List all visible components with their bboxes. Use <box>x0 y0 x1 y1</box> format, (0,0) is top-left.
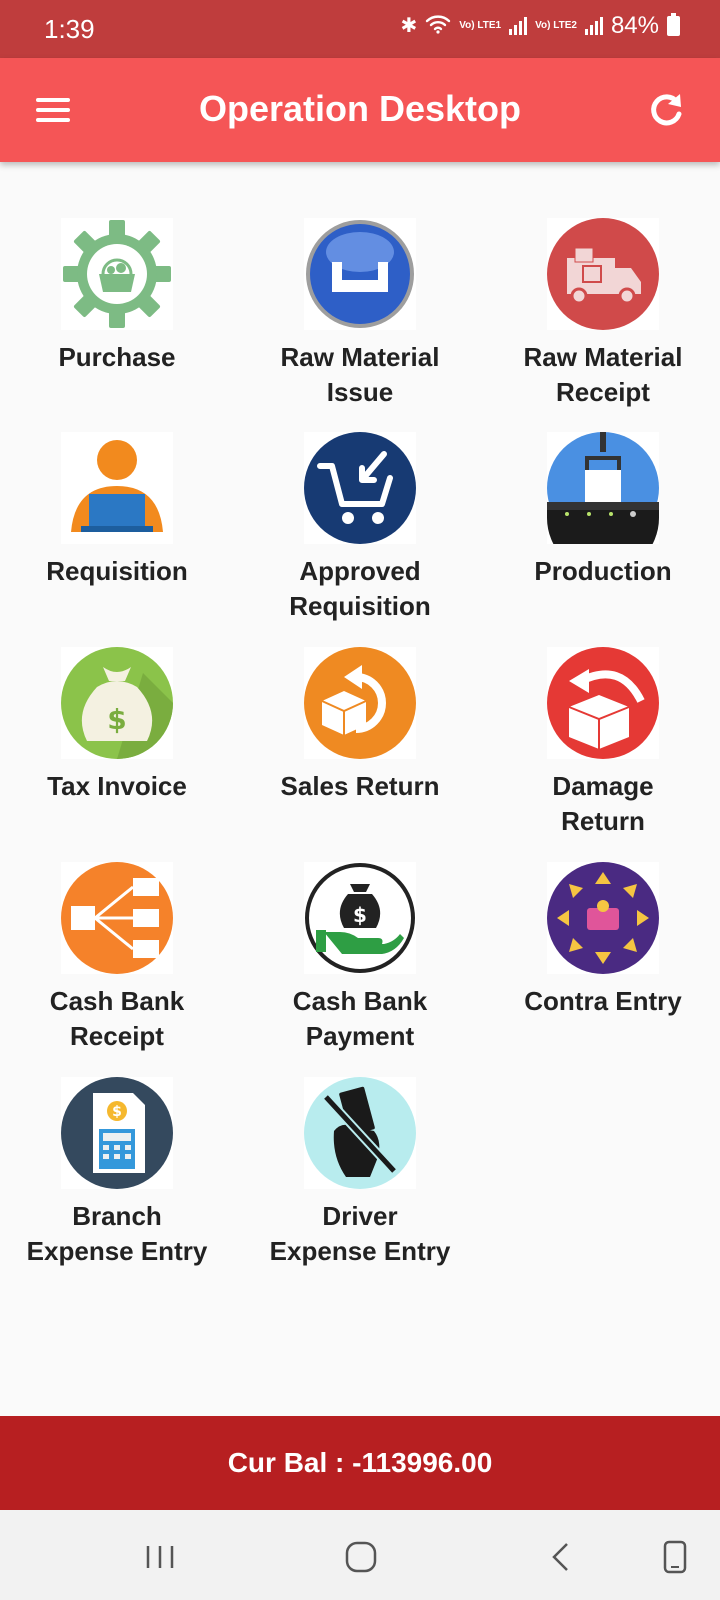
box-return-icon <box>304 647 416 759</box>
svg-text:$: $ <box>353 903 367 927</box>
phone-icon <box>663 1540 687 1574</box>
svg-text:$: $ <box>107 703 126 736</box>
tile-label: Driver Expense Entry <box>269 1201 451 1266</box>
wifi-icon <box>425 14 451 38</box>
screen-toggle-button[interactable] <box>650 1532 700 1582</box>
tile-production[interactable]: Production <box>483 432 720 589</box>
money-bag-icon: $ <box>61 647 173 759</box>
tile-label: Damage Return <box>552 771 654 836</box>
cart-check-icon <box>304 432 416 544</box>
tile-cash-bank-payment[interactable]: $ Cash Bank Payment <box>240 862 480 1054</box>
status-bar: 1:39 ✱ Vo) LTE1 Vo) LTE2 84% <box>0 0 720 58</box>
svg-text:$: $ <box>112 1104 122 1120</box>
recent-apps-icon <box>146 1546 174 1568</box>
tile-label: Raw Material Issue <box>280 342 440 407</box>
tile-branch-expense-entry[interactable]: $ Branch Expense Entry <box>0 1077 237 1269</box>
tile-label: Cash Bank Receipt <box>49 986 185 1051</box>
no-cash-hand-icon <box>304 1077 416 1189</box>
conveyor-icon <box>547 432 659 544</box>
tile-raw-material-receipt[interactable]: Raw Material Receipt <box>483 218 720 410</box>
tile-driver-expense-entry[interactable]: Driver Expense Entry <box>240 1077 480 1269</box>
damage-box-return-icon <box>547 647 659 759</box>
battery-icon <box>667 13 680 36</box>
tile-label: Tax Invoice <box>47 771 187 801</box>
signal-icon <box>584 17 603 35</box>
home-icon <box>345 1541 377 1573</box>
tile-label: Purchase <box>58 342 176 372</box>
tile-label: Sales Return <box>280 771 440 801</box>
bluetooth-icon: ✱ <box>400 15 418 37</box>
balance-footer: Cur Bal : -113996.00 <box>0 1416 720 1510</box>
tile-approved-requisition[interactable]: Approved Requisition <box>240 432 480 624</box>
calculator-document-icon: $ <box>61 1077 173 1189</box>
signal-icon <box>509 17 528 35</box>
tile-damage-return[interactable]: Damage Return <box>483 647 720 839</box>
wallet-arrows-icon <box>547 862 659 974</box>
back-button[interactable] <box>537 1532 587 1582</box>
tile-label: Branch Expense Entry <box>26 1201 208 1266</box>
tile-tax-invoice[interactable]: $ Tax Invoice <box>0 647 237 804</box>
sim1-indicator: Vo) LTE1 <box>459 20 502 31</box>
tray-icon <box>304 218 416 330</box>
home-button[interactable] <box>336 1532 386 1582</box>
app-bar: Operation Desktop <box>0 58 720 162</box>
tile-cash-bank-receipt[interactable]: Cash Bank Receipt <box>0 862 237 1054</box>
tile-contra-entry[interactable]: Contra Entry <box>483 862 720 1019</box>
tile-label: Approved Requisition <box>289 556 431 621</box>
tile-purchase[interactable]: Purchase <box>0 218 237 375</box>
purchase-gear-basket-icon <box>61 218 173 330</box>
refresh-button[interactable] <box>644 88 688 132</box>
tile-label: Requisition <box>46 556 188 586</box>
person-laptop-icon <box>61 432 173 544</box>
hand-money-bag-icon: $ <box>304 862 416 974</box>
tile-requisition[interactable]: Requisition <box>0 432 237 589</box>
refresh-icon <box>651 94 682 126</box>
battery-percent: 84% <box>610 12 659 39</box>
tile-raw-material-issue[interactable]: Raw Material Issue <box>240 218 480 410</box>
system-nav-bar <box>0 1510 720 1600</box>
tile-label: Production <box>534 556 672 586</box>
back-icon <box>552 1543 568 1571</box>
recent-apps-button[interactable] <box>135 1532 185 1582</box>
status-time: 1:39 <box>44 14 95 44</box>
status-icons: ✱ Vo) LTE1 Vo) LTE2 84% <box>400 12 680 40</box>
tile-sales-return[interactable]: Sales Return <box>240 647 480 804</box>
sim2-indicator: Vo) LTE2 <box>535 20 577 31</box>
flow-split-icon <box>61 862 173 974</box>
tile-label: Raw Material Receipt <box>523 342 683 407</box>
tile-label: Cash Bank Payment <box>292 986 428 1051</box>
page-title: Operation Desktop <box>198 88 522 129</box>
current-balance: Cur Bal : -113996.00 <box>227 1447 493 1478</box>
delivery-truck-icon <box>547 218 659 330</box>
tile-label: Contra Entry <box>524 986 682 1016</box>
